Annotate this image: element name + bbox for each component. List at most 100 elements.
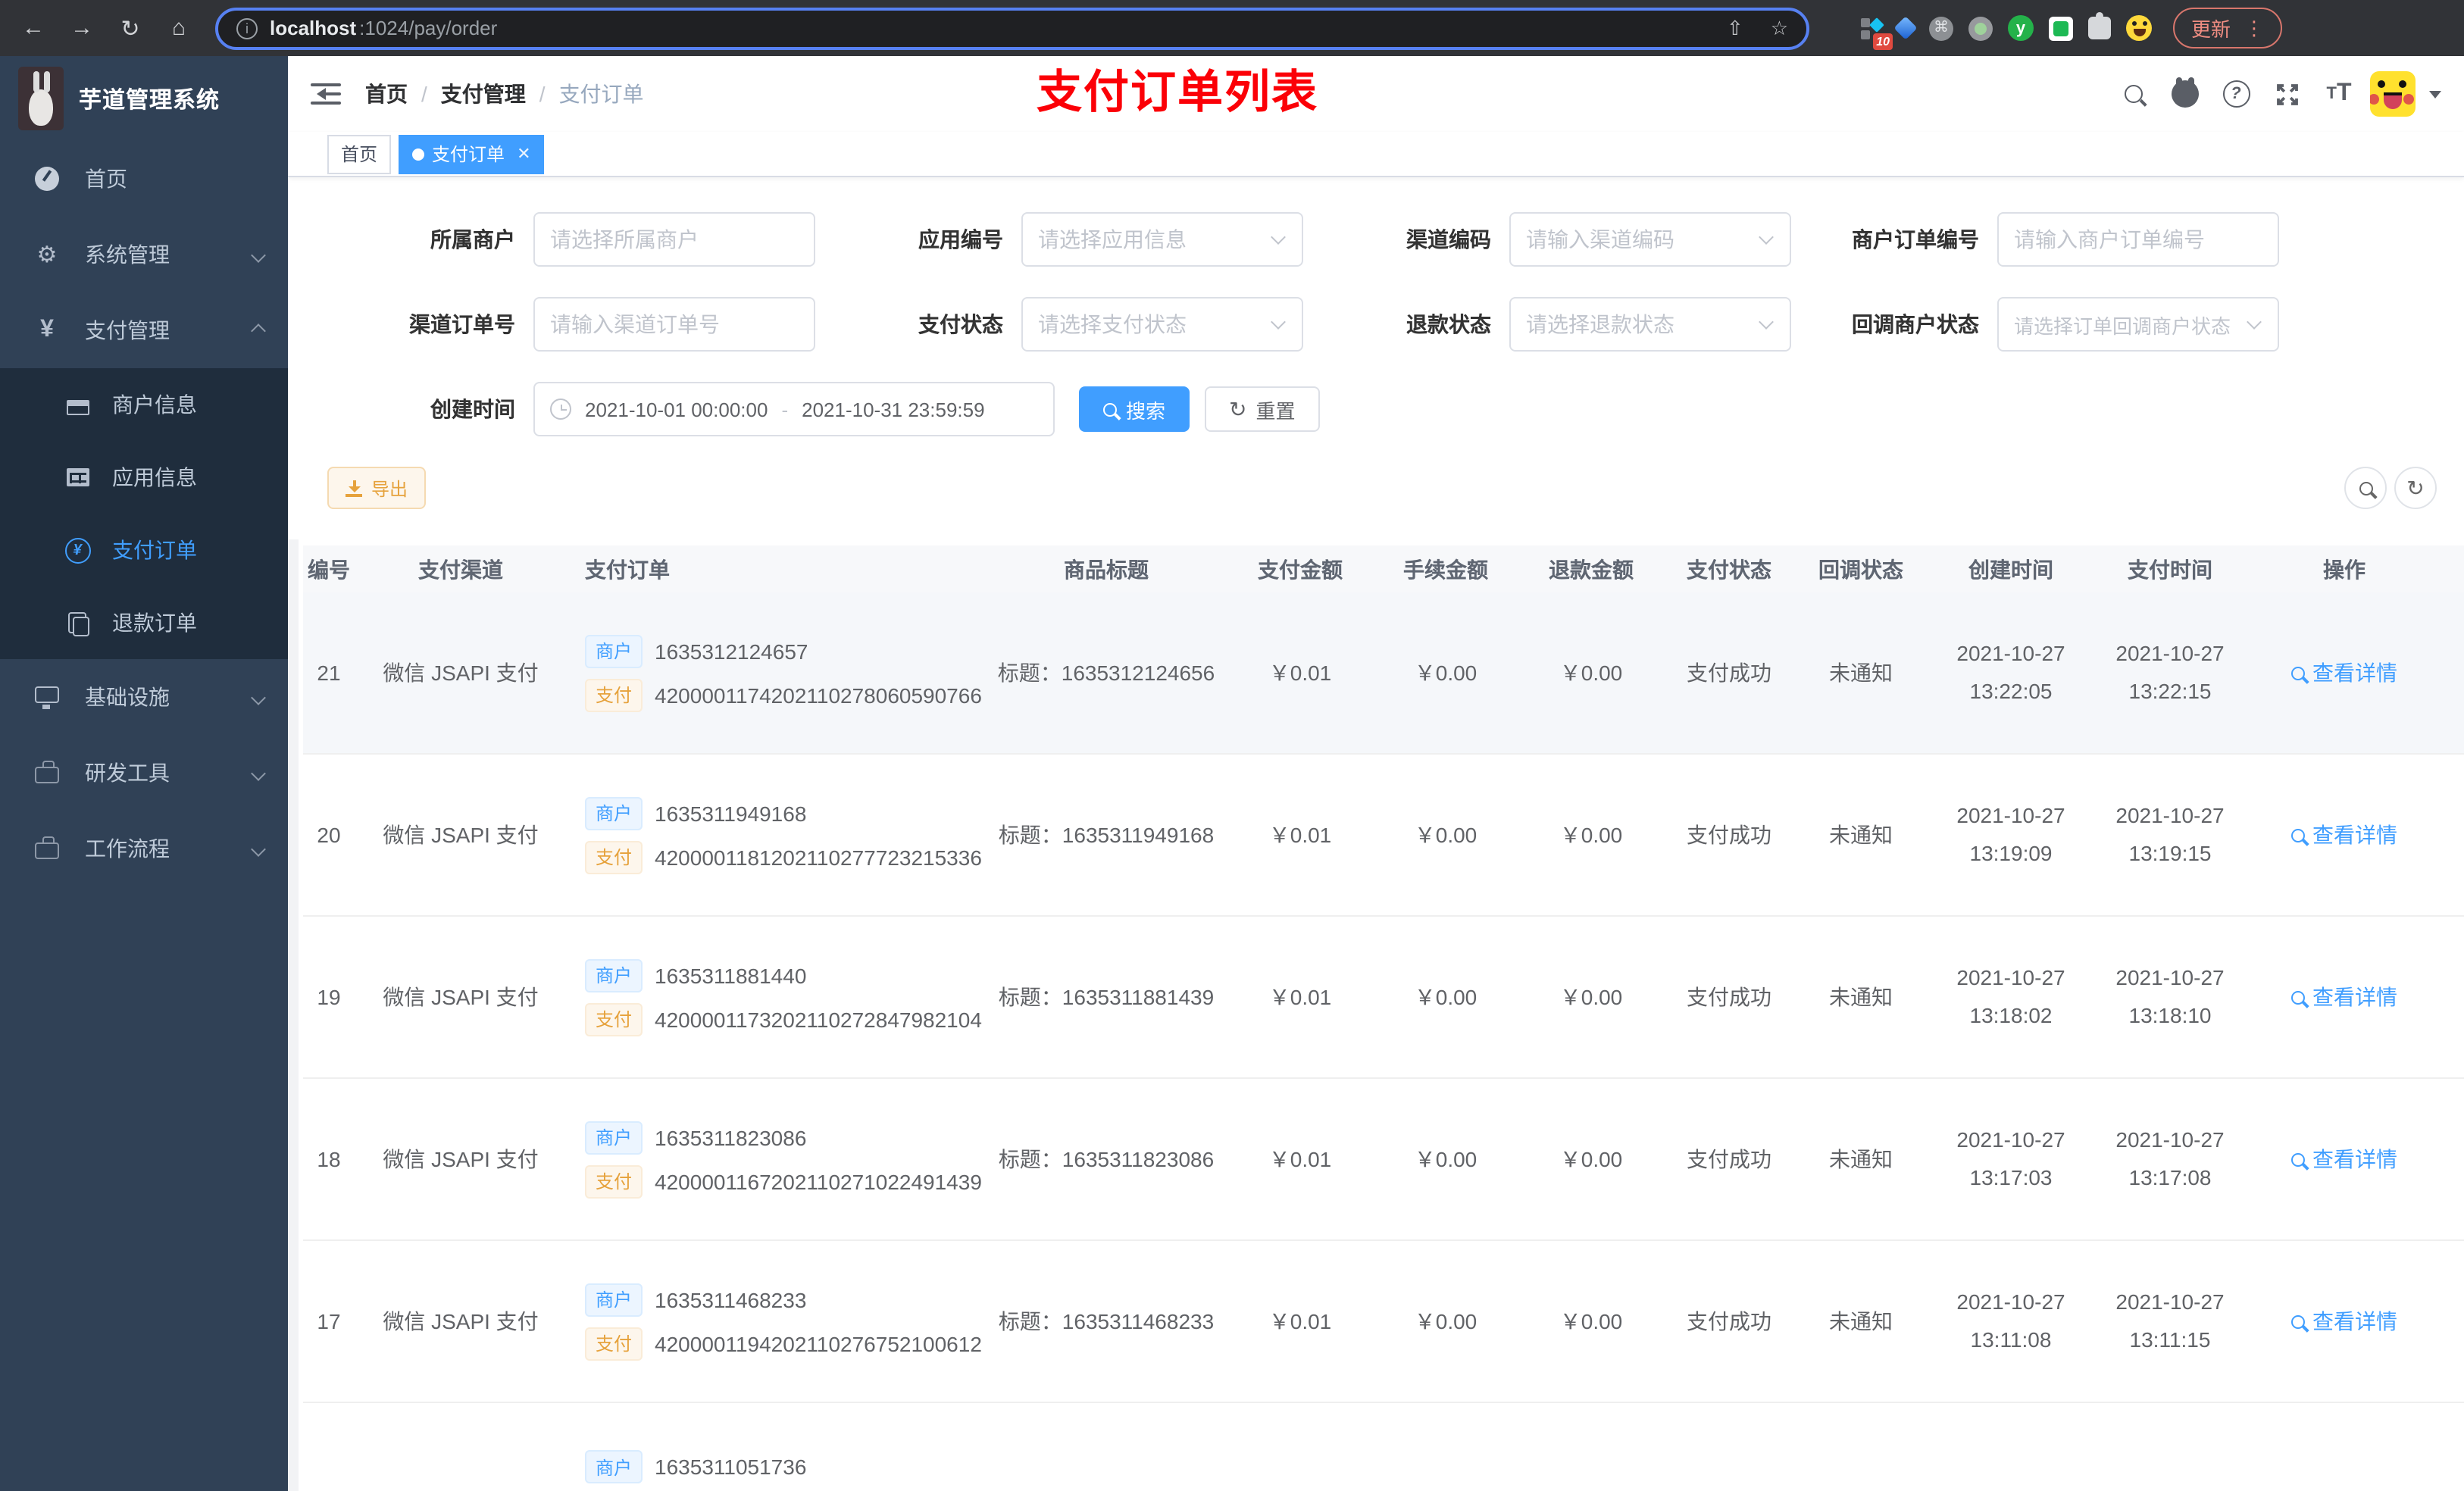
- view-detail-link[interactable]: 查看详情: [2246, 982, 2443, 1012]
- active-dot: [412, 148, 425, 160]
- export-button[interactable]: 导出: [327, 467, 427, 509]
- col-paid: 支付时间: [2128, 557, 2212, 581]
- sidebar-item-label: 支付管理: [85, 318, 170, 342]
- cell-pay-order: 商户 1635311051736: [567, 1403, 985, 1491]
- extension-kite-icon[interactable]: [1893, 16, 1918, 40]
- cell-status: 支付成功: [1687, 1147, 1771, 1171]
- cell-title: 标题：1635311468233: [998, 1309, 1215, 1333]
- app-select[interactable]: 请选择应用信息: [1021, 212, 1303, 267]
- search-button[interactable]: 搜索: [1079, 386, 1190, 432]
- profile-emoji-icon[interactable]: [2126, 15, 2152, 41]
- table-row[interactable]: 17 微信 JSAPI 支付 商户 1635311468233 支付 4200001…: [303, 1241, 2464, 1403]
- table-row[interactable]: 18 微信 JSAPI 支付 商户 1635311823086 支付 4200001…: [303, 1079, 2464, 1241]
- breadcrumb-home[interactable]: 首页: [365, 79, 408, 109]
- sidebar-item-payment[interactable]: ¥ 支付管理: [0, 292, 288, 368]
- browser-menu-icon[interactable]: ⋮: [2244, 16, 2264, 40]
- view-detail-link[interactable]: 查看详情: [2246, 1306, 2443, 1336]
- sidebar-item-workflow[interactable]: 工作流程: [0, 811, 288, 886]
- cell-created: 2021-10-27 13:22:05: [1956, 640, 2065, 702]
- hamburger-fold-icon[interactable]: [311, 81, 341, 107]
- sidebar-item-merchant-info[interactable]: 商户信息: [0, 368, 288, 441]
- extension-v-icon[interactable]: y: [2008, 15, 2034, 41]
- home-icon[interactable]: ⌂: [161, 8, 197, 48]
- col-actions: 操作: [2323, 557, 2366, 581]
- table-row[interactable]: 21 微信 JSAPI 支付 商户 1635312124657 支付 4200001…: [303, 592, 2464, 755]
- site-info-icon[interactable]: i: [236, 17, 258, 39]
- tab-close-icon[interactable]: ✕: [517, 144, 530, 164]
- orders-table: 编号 支付渠道 支付订单 商品标题 支付金额 手续金额 退款金额 支付状态 回调…: [303, 545, 2464, 1491]
- extension-blocks-icon[interactable]: 10: [1861, 17, 1893, 49]
- show-search-toggle-button[interactable]: [2344, 467, 2387, 509]
- avatar-caret-icon[interactable]: [2429, 91, 2441, 105]
- sidebar-item-refund-order[interactable]: 退款订单: [0, 586, 288, 659]
- github-icon[interactable]: [2164, 73, 2205, 114]
- view-detail-link[interactable]: 查看详情: [2246, 658, 2443, 688]
- shop-icon: [64, 394, 91, 415]
- merchant-order-no-input[interactable]: [1997, 212, 2279, 267]
- refund-status-select[interactable]: 请选择退款状态: [1509, 297, 1791, 352]
- cell-channel: 微信 JSAPI 支付: [383, 661, 539, 685]
- sidebar-item-home[interactable]: 首页: [0, 141, 288, 217]
- breadcrumb-pay-mgmt[interactable]: 支付管理: [441, 79, 526, 109]
- table-row[interactable]: 20 微信 JSAPI 支付 商户 1635311949168 支付 4200001…: [303, 755, 2464, 917]
- merchant-select[interactable]: [533, 212, 815, 267]
- cell-paid: 2021-10-27 13:17:08: [2115, 1127, 2225, 1189]
- chevron-down-icon: [1271, 314, 1286, 330]
- col-fee: 手续金额: [1403, 557, 1488, 581]
- chevron-down-icon: [1759, 230, 1774, 245]
- address-bar[interactable]: i localhost:1024/pay/order ⇧ ☆: [215, 7, 1809, 49]
- sidebar-item-app-info[interactable]: 应用信息: [0, 441, 288, 514]
- refresh-table-button[interactable]: ↻: [2394, 467, 2437, 509]
- callback-status-select[interactable]: 请选择订单回调商户状态: [1997, 297, 2279, 352]
- cell-refund: ￥0.00: [1559, 985, 1623, 1009]
- tab-pay-order[interactable]: 支付订单 ✕: [399, 134, 545, 173]
- extensions-puzzle-icon[interactable]: [2088, 12, 2111, 39]
- search-icon[interactable]: [2112, 73, 2153, 114]
- cell-id: 18: [317, 1147, 341, 1171]
- cell-fee: ￥0.00: [1414, 1309, 1477, 1333]
- reload-icon[interactable]: ↻: [112, 8, 149, 48]
- sidebar-item-dev-tools[interactable]: 研发工具: [0, 735, 288, 811]
- browser-update-button[interactable]: 更新 ⋮: [2173, 8, 2283, 48]
- table-row[interactable]: 19 微信 JSAPI 支付 商户 1635311881440 支付 4200001…: [303, 917, 2464, 1079]
- sidebar-item-infra[interactable]: 基础设施: [0, 659, 288, 735]
- tab-home[interactable]: 首页: [327, 134, 392, 173]
- browser-toolbar: ← → ↻ ⌂ i localhost:1024/pay/order ⇧ ☆ 1…: [0, 0, 2464, 56]
- cell-paid: 2021-10-27 13:11:15: [2115, 1289, 2225, 1351]
- cell-fee: ￥0.00: [1414, 823, 1477, 847]
- view-detail-link[interactable]: 查看详情: [2246, 1144, 2443, 1174]
- back-icon[interactable]: ←: [15, 8, 52, 48]
- channel-order-no-input[interactable]: [533, 297, 815, 352]
- avatar[interactable]: [2370, 71, 2416, 117]
- view-detail-link[interactable]: 查看详情: [2246, 820, 2443, 850]
- reset-button[interactable]: ↻ 重置: [1205, 386, 1320, 432]
- col-pay-order: 支付订单: [585, 557, 670, 581]
- cell-pay-order: 商户 1635311823086 支付 4200001167202110271022…: [567, 1110, 985, 1208]
- sidebar-item-system[interactable]: ⚙ 系统管理: [0, 217, 288, 292]
- channel-code-select[interactable]: 请输入渠道编码: [1509, 212, 1791, 267]
- extension-command-icon[interactable]: ⌘: [1929, 16, 1953, 40]
- filter-row-1: 所属商户 应用编号 请选择应用信息 渠道编码 请输入渠道编码 商户订单编号: [333, 212, 2464, 267]
- bookmark-star-icon[interactable]: ☆: [1771, 16, 1788, 40]
- chevron-down-icon: [1759, 314, 1774, 330]
- extension-chat-icon[interactable]: [2049, 16, 2073, 40]
- table-row[interactable]: 商户 1635311051736: [303, 1403, 2464, 1491]
- cell-created: 2021-10-27 13:11:08: [1956, 1289, 2065, 1351]
- cell-notify: 未通知: [1829, 661, 1893, 685]
- cell-notify: 未通知: [1829, 985, 1893, 1009]
- merchant-order-no: 1635312124657: [655, 639, 808, 663]
- logo-avatar: [18, 67, 64, 130]
- help-icon[interactable]: ?: [2215, 73, 2256, 114]
- extension-dot-icon[interactable]: [1968, 16, 1993, 40]
- monitor-icon: [33, 686, 61, 709]
- breadcrumb-current: 支付订单: [558, 82, 644, 106]
- cell-id: 19: [317, 985, 341, 1009]
- font-size-icon[interactable]: TT: [2319, 73, 2359, 114]
- date-start: 2021-10-01 00:00:00: [585, 398, 768, 420]
- sidebar-item-pay-order[interactable]: ¥ 支付订单: [0, 514, 288, 586]
- forward-icon[interactable]: →: [64, 8, 100, 48]
- pay-status-select[interactable]: 请选择支付状态: [1021, 297, 1303, 352]
- date-range-picker[interactable]: 2021-10-01 00:00:00 - 2021-10-31 23:59:5…: [533, 382, 1055, 436]
- fullscreen-icon[interactable]: [2267, 73, 2308, 114]
- share-icon[interactable]: ⇧: [1727, 16, 1743, 40]
